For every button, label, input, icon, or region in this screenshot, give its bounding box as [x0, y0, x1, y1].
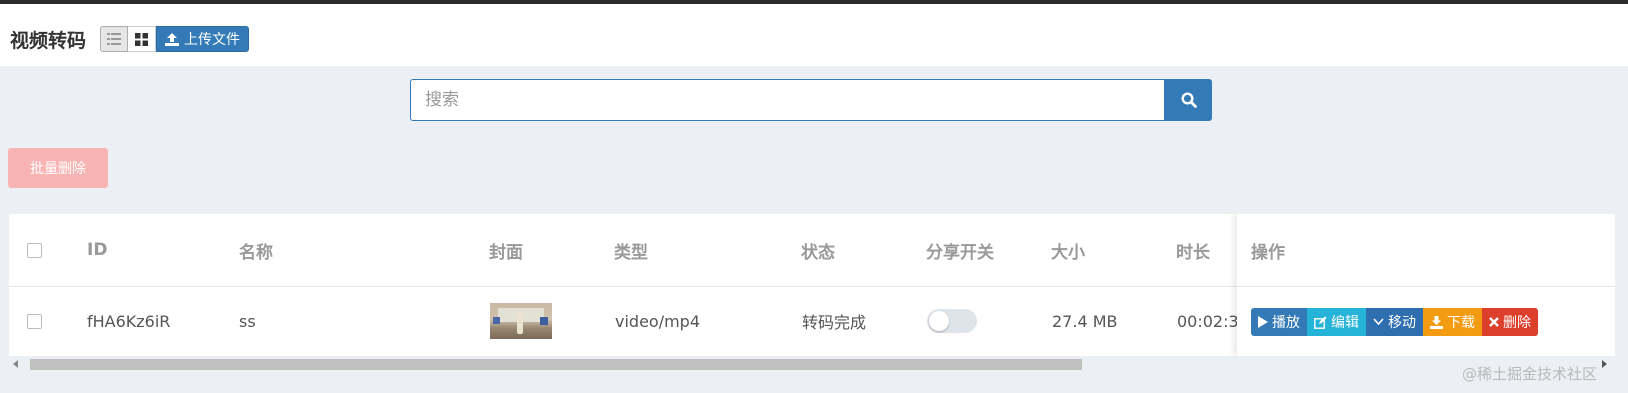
- download-icon: [1430, 315, 1443, 329]
- video-cover-thumbnail[interactable]: [490, 303, 552, 339]
- bulk-delete-button[interactable]: 批量删除: [8, 148, 108, 188]
- upload-file-label: 上传文件: [184, 32, 240, 48]
- search-button[interactable]: [1165, 79, 1212, 121]
- search-bar: [410, 79, 1212, 121]
- share-toggle-knob: [929, 311, 949, 331]
- move-button[interactable]: 移动: [1366, 308, 1423, 336]
- column-header-operations: 操作: [1251, 242, 1285, 263]
- watermark: @稀土掘金技术社区: [1462, 365, 1598, 383]
- scroll-left-arrow-icon[interactable]: [13, 360, 18, 368]
- column-header-share-switch: 分享开关: [926, 242, 994, 263]
- row-size: 27.4 MB: [1052, 311, 1118, 331]
- chevron-down-icon: [1373, 318, 1384, 326]
- delete-button[interactable]: 删除: [1482, 308, 1538, 336]
- video-table: ID 名称 封面 类型 状态 分享开关 大小 时长 fHA6Kz6iR ss v…: [9, 214, 1615, 356]
- edit-button[interactable]: 编辑: [1307, 308, 1366, 336]
- column-header-type: 类型: [614, 242, 648, 263]
- bulk-delete-label: 批量删除: [30, 161, 86, 177]
- page-title: 视频转码: [10, 30, 87, 52]
- column-header-name: 名称: [239, 242, 273, 263]
- row-status[interactable]: 转码完成: [802, 287, 866, 355]
- edit-label: 编辑: [1331, 315, 1359, 331]
- scrollbar-thumb[interactable]: [30, 359, 1082, 370]
- edit-icon: [1314, 315, 1327, 329]
- view-toggle-group: 上传文件: [100, 26, 249, 52]
- scroll-right-arrow-icon[interactable]: [1602, 360, 1607, 368]
- download-label: 下载: [1447, 315, 1475, 331]
- play-label: 播放: [1272, 315, 1300, 331]
- upload-file-button[interactable]: 上传文件: [156, 26, 249, 52]
- row-name: ss: [239, 311, 256, 331]
- play-button[interactable]: 播放: [1251, 308, 1307, 336]
- grid-view-button[interactable]: [128, 26, 156, 52]
- column-header-duration: 时长: [1176, 242, 1210, 263]
- operations-fixed-column: 操作 播放 编辑 移动 下载 删除: [1237, 214, 1615, 356]
- share-toggle[interactable]: [927, 309, 977, 333]
- list-icon: [107, 33, 121, 45]
- horizontal-scrollbar[interactable]: [9, 356, 1615, 372]
- column-header-status: 状态: [801, 242, 835, 263]
- page-header: 视频转码 上传文件: [0, 4, 1628, 66]
- close-icon: [1489, 317, 1499, 327]
- column-header-id: ID: [87, 240, 108, 260]
- column-header-cover: 封面: [489, 242, 523, 263]
- delete-label: 删除: [1503, 315, 1531, 331]
- download-button[interactable]: 下载: [1423, 308, 1482, 336]
- list-view-button[interactable]: [100, 26, 128, 52]
- upload-icon: [165, 32, 179, 46]
- select-all-checkbox[interactable]: [27, 242, 42, 258]
- search-icon: [1180, 92, 1197, 108]
- search-input[interactable]: [410, 79, 1165, 121]
- play-icon: [1258, 316, 1268, 328]
- grid-icon: [135, 32, 148, 46]
- row-id: fHA6Kz6iR: [87, 311, 171, 331]
- column-header-size: 大小: [1051, 242, 1085, 263]
- row-checkbox[interactable]: [27, 313, 42, 329]
- row-operations: 播放 编辑 移动 下载 删除: [1251, 308, 1538, 336]
- move-label: 移动: [1388, 315, 1416, 331]
- row-type: video/mp4: [615, 311, 701, 331]
